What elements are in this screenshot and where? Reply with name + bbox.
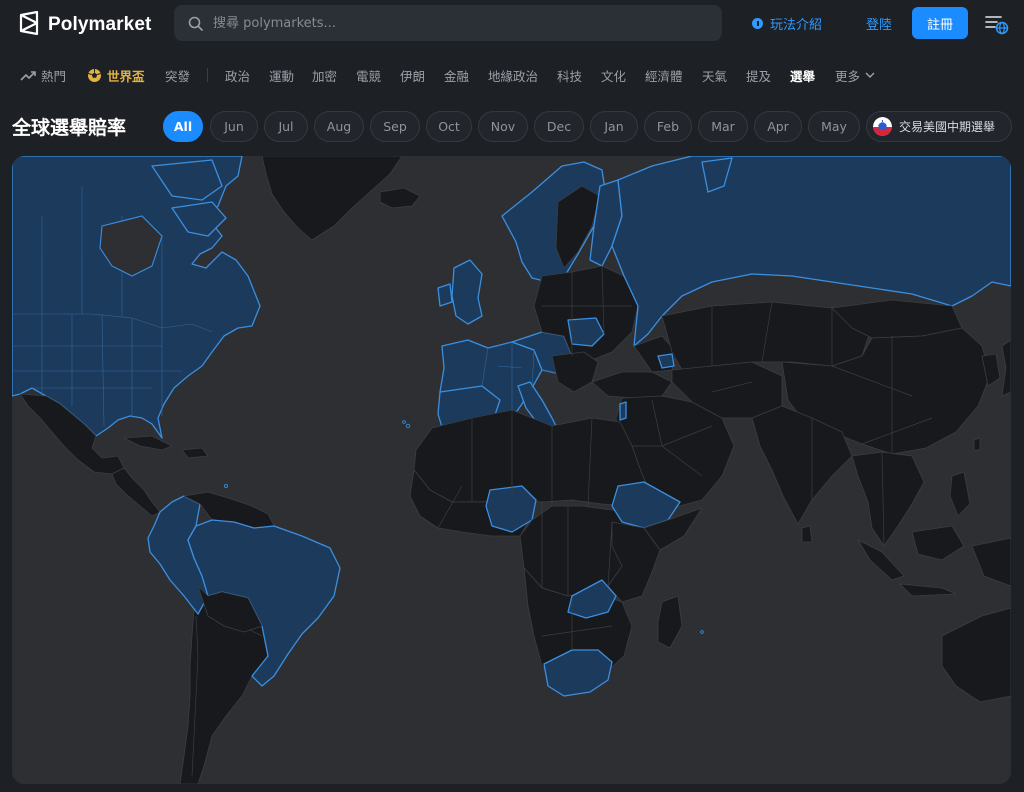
how-it-works-link[interactable]: 玩法介紹	[752, 14, 822, 33]
taiwan[interactable]	[973, 437, 981, 451]
brand-name: Polymarket	[48, 14, 152, 35]
month-filter-dec[interactable]: Dec	[534, 111, 584, 142]
hispaniola[interactable]	[181, 447, 209, 459]
menu-globe-icon	[985, 16, 1009, 35]
month-filter-nov[interactable]: Nov	[478, 111, 528, 142]
nav-item-weather[interactable]: 天氣	[702, 66, 727, 85]
ireland[interactable]	[437, 283, 453, 307]
month-filter-jan[interactable]: Jan	[590, 111, 638, 142]
nav-item-economy[interactable]: 經濟體	[645, 66, 683, 85]
page-title: 全球選舉賠率	[12, 117, 127, 139]
world-map-svg[interactable]: .land { fill: #18191c; stroke: #3a3d42; …	[12, 156, 1011, 784]
nav-item-breaking[interactable]: 突發	[165, 66, 190, 85]
island-marker[interactable]	[402, 420, 406, 424]
caribbean-island[interactable]	[223, 483, 228, 488]
search-input[interactable]	[213, 15, 693, 31]
month-filter-jun[interactable]: Jun	[210, 111, 258, 142]
signup-button[interactable]: 註冊	[912, 7, 968, 39]
month-filter-aug[interactable]: Aug	[314, 111, 364, 142]
nav-item-tech[interactable]: 科技	[557, 66, 582, 85]
us-midterms-promo-button[interactable]: 交易美國中期選舉	[866, 111, 1012, 142]
nav-item-elections[interactable]: 選舉	[790, 66, 815, 85]
nav-divider	[207, 68, 208, 82]
capitol-flag-icon	[873, 117, 892, 136]
month-filter-may[interactable]: May	[808, 111, 860, 142]
australia[interactable]	[941, 607, 1011, 703]
soccer-ball-icon	[88, 69, 101, 82]
philippines[interactable]	[949, 471, 971, 517]
trending-up-icon	[20, 71, 36, 81]
category-nav: 熱門 世界盃 突發 政治 運動 加密 電競 伊朗 金融 地緣政治 科技 文化 經…	[0, 58, 1024, 90]
nav-item-sports[interactable]: 運動	[269, 66, 294, 85]
promo-label: 交易美國中期選舉	[899, 120, 996, 134]
nav-item-world-cup[interactable]: 世界盃	[87, 66, 145, 85]
polymarket-logo[interactable]: Polymarket	[18, 10, 152, 39]
month-filter-feb[interactable]: Feb	[644, 111, 692, 142]
nav-item-politics[interactable]: 政治	[225, 66, 250, 85]
nav-item-trending[interactable]: 熱門	[20, 66, 66, 85]
israel[interactable]	[619, 401, 627, 421]
canary-islands[interactable]	[405, 423, 411, 429]
new-guinea[interactable]	[971, 537, 1011, 587]
japan[interactable]	[1001, 339, 1011, 397]
iceland[interactable]	[379, 187, 421, 209]
cuba[interactable]	[123, 435, 173, 451]
month-filter-mar[interactable]: Mar	[698, 111, 748, 142]
login-button[interactable]: 登陸	[866, 14, 892, 33]
nav-item-geopolitics[interactable]: 地緣政治	[488, 66, 538, 85]
borneo[interactable]	[911, 525, 965, 561]
nav-item-label: 熱門	[41, 69, 67, 84]
month-filter-all[interactable]: All	[163, 111, 203, 142]
nav-item-crypto[interactable]: 加密	[312, 66, 337, 85]
world-election-map[interactable]: .land { fill: #18191c; stroke: #3a3d42; …	[12, 156, 1011, 784]
search-icon	[188, 16, 203, 31]
nav-item-mentions[interactable]: 提及	[746, 66, 771, 85]
info-icon	[752, 18, 763, 29]
nav-item-label: 更多	[835, 69, 861, 84]
how-it-works-label: 玩法介紹	[770, 18, 823, 33]
month-filter-apr[interactable]: Apr	[754, 111, 802, 142]
chevron-down-icon	[865, 72, 875, 79]
polymarket-logo-icon	[18, 10, 40, 39]
turkey[interactable]	[591, 371, 673, 399]
sumatra[interactable]	[857, 539, 905, 581]
month-filter-jul[interactable]: Jul	[264, 111, 308, 142]
top-bar: Polymarket 玩法介紹 登陸 註冊	[0, 0, 1024, 48]
month-filter-sep[interactable]: Sep	[370, 111, 420, 142]
balkans[interactable]	[551, 351, 599, 393]
mauritius[interactable]	[700, 630, 704, 634]
nav-item-label: 世界盃	[107, 69, 145, 84]
uk-ireland[interactable]	[451, 259, 483, 325]
java[interactable]	[899, 583, 957, 597]
central-america[interactable]	[111, 467, 161, 517]
north-america[interactable]	[12, 156, 261, 439]
month-filter-oct[interactable]: Oct	[426, 111, 472, 142]
nav-item-more[interactable]: 更多	[835, 66, 875, 85]
nav-item-iran[interactable]: 伊朗	[400, 66, 425, 85]
nav-item-esports[interactable]: 電競	[356, 66, 381, 85]
search-bar[interactable]	[174, 5, 722, 41]
nav-item-finance[interactable]: 金融	[444, 66, 469, 85]
madagascar[interactable]	[657, 595, 683, 649]
nav-item-culture[interactable]: 文化	[601, 66, 626, 85]
sri-lanka[interactable]	[801, 525, 813, 543]
menu-language-button[interactable]	[984, 13, 1010, 39]
